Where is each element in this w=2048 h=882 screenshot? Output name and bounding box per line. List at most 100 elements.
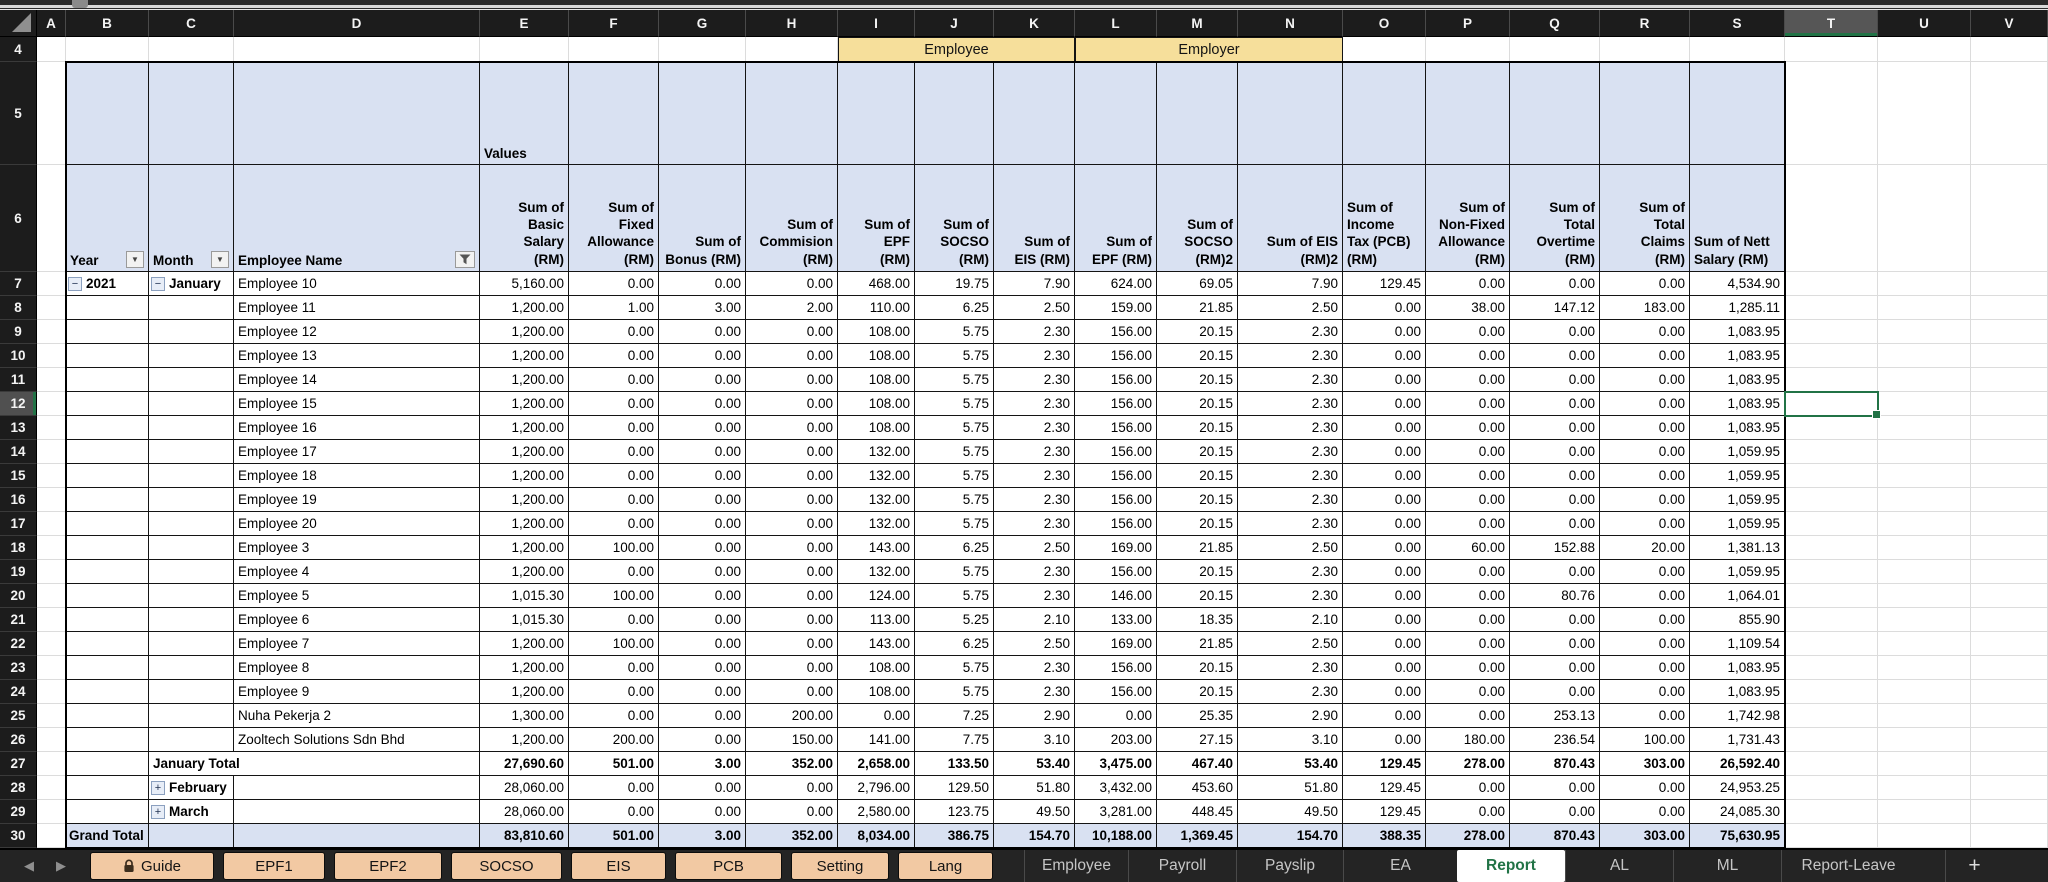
column-header-T[interactable]: T: [1785, 10, 1878, 37]
cell-M21[interactable]: 18.35: [1157, 608, 1238, 632]
cell-Q13[interactable]: 0.00: [1510, 416, 1600, 440]
cell-L29[interactable]: 3,281.00: [1075, 800, 1157, 824]
cell-I8[interactable]: 110.00: [838, 296, 915, 320]
cell-M10[interactable]: 20.15: [1157, 344, 1238, 368]
cell-M16[interactable]: 20.15: [1157, 488, 1238, 512]
cell-B9[interactable]: [66, 320, 149, 344]
cell-C28[interactable]: +February: [149, 776, 234, 800]
cell-T9[interactable]: [1785, 320, 1878, 344]
cell-H9[interactable]: 0.00: [746, 320, 838, 344]
cell-V27[interactable]: [1971, 752, 2048, 776]
cell-O28[interactable]: 129.45: [1343, 776, 1426, 800]
cell-V7[interactable]: [1971, 272, 2048, 296]
cell-I14[interactable]: 132.00: [838, 440, 915, 464]
cell-B8[interactable]: [66, 296, 149, 320]
sheet-tab-lang[interactable]: Lang: [898, 852, 993, 880]
cell-O30[interactable]: 388.35: [1343, 824, 1426, 848]
cell-D14[interactable]: Employee 17: [234, 440, 480, 464]
cell-L30[interactable]: 10,188.00: [1075, 824, 1157, 848]
cell-J15[interactable]: 5.75: [915, 464, 994, 488]
row-header-5[interactable]: 5: [0, 62, 37, 165]
cell-K8[interactable]: 2.50: [994, 296, 1075, 320]
cell-L23[interactable]: 156.00: [1075, 656, 1157, 680]
cell-C26[interactable]: [149, 728, 234, 752]
cell-J25[interactable]: 7.25: [915, 704, 994, 728]
cell-A9[interactable]: [37, 320, 66, 344]
cell-S24[interactable]: 1,083.95: [1690, 680, 1785, 704]
cell-Q26[interactable]: 236.54: [1510, 728, 1600, 752]
cell-E27[interactable]: 27,690.60: [480, 752, 569, 776]
column-header-H[interactable]: H: [746, 10, 838, 37]
cell-R11[interactable]: 0.00: [1600, 368, 1690, 392]
cell-A8[interactable]: [37, 296, 66, 320]
cell-I22[interactable]: 143.00: [838, 632, 915, 656]
cell-G24[interactable]: 0.00: [659, 680, 746, 704]
cell-S12[interactable]: 1,083.95: [1690, 392, 1785, 416]
cell-I19[interactable]: 132.00: [838, 560, 915, 584]
cell-Q6[interactable]: Sum of Total Overtime (RM): [1510, 165, 1600, 272]
cell-F27[interactable]: 501.00: [569, 752, 659, 776]
cell-I6[interactable]: Sum of EPF (RM): [838, 165, 915, 272]
cell-B4[interactable]: [66, 37, 149, 62]
cell-V16[interactable]: [1971, 488, 2048, 512]
cell-S10[interactable]: 1,083.95: [1690, 344, 1785, 368]
month-filter-dropdown[interactable]: ▼: [211, 251, 229, 268]
cell-O26[interactable]: 0.00: [1343, 728, 1426, 752]
column-header-S[interactable]: S: [1690, 10, 1785, 37]
cell-I28[interactable]: 2,796.00: [838, 776, 915, 800]
cell-M28[interactable]: 453.60: [1157, 776, 1238, 800]
cell-I15[interactable]: 132.00: [838, 464, 915, 488]
sheet-tab-report[interactable]: Report: [1457, 850, 1565, 882]
cell-G27[interactable]: 3.00: [659, 752, 746, 776]
cell-P23[interactable]: 0.00: [1426, 656, 1510, 680]
cell-O12[interactable]: 0.00: [1343, 392, 1426, 416]
cell-K6[interactable]: Sum of EIS (RM): [994, 165, 1075, 272]
cell-C6[interactable]: Month▼: [149, 165, 234, 272]
column-header-C[interactable]: C: [149, 10, 234, 37]
cell-A6[interactable]: [37, 165, 66, 272]
tab-scroll-left-icon[interactable]: ◀: [24, 858, 34, 874]
cell-L13[interactable]: 156.00: [1075, 416, 1157, 440]
sheet-tab-ml[interactable]: ML: [1673, 850, 1781, 882]
cell-Q16[interactable]: 0.00: [1510, 488, 1600, 512]
cell-D17[interactable]: Employee 20: [234, 512, 480, 536]
cell-I25[interactable]: 0.00: [838, 704, 915, 728]
cell-I16[interactable]: 132.00: [838, 488, 915, 512]
cell-B11[interactable]: [66, 368, 149, 392]
cell-C9[interactable]: [149, 320, 234, 344]
cell-K27[interactable]: 53.40: [994, 752, 1075, 776]
cell-P22[interactable]: 0.00: [1426, 632, 1510, 656]
cell-P11[interactable]: 0.00: [1426, 368, 1510, 392]
cell-L28[interactable]: 3,432.00: [1075, 776, 1157, 800]
cell-K5[interactable]: [994, 62, 1075, 165]
cell-F19[interactable]: 0.00: [569, 560, 659, 584]
cell-O23[interactable]: 0.00: [1343, 656, 1426, 680]
cell-R7[interactable]: 0.00: [1600, 272, 1690, 296]
row-header-18[interactable]: 18: [0, 536, 37, 560]
cell-H17[interactable]: 0.00: [746, 512, 838, 536]
cell-Q25[interactable]: 253.13: [1510, 704, 1600, 728]
column-header-V[interactable]: V: [1971, 10, 2048, 37]
cell-T28[interactable]: [1785, 776, 1878, 800]
cell-A22[interactable]: [37, 632, 66, 656]
cell-V13[interactable]: [1971, 416, 2048, 440]
cell-N25[interactable]: 2.90: [1238, 704, 1343, 728]
cell-Q30[interactable]: 870.43: [1510, 824, 1600, 848]
row-header-28[interactable]: 28: [0, 776, 37, 800]
cell-C25[interactable]: [149, 704, 234, 728]
cell-L6[interactable]: Sum of EPF (RM): [1075, 165, 1157, 272]
cell-M13[interactable]: 20.15: [1157, 416, 1238, 440]
cell-F8[interactable]: 1.00: [569, 296, 659, 320]
cell-K20[interactable]: 2.30: [994, 584, 1075, 608]
cell-J7[interactable]: 19.75: [915, 272, 994, 296]
cell-S5[interactable]: [1690, 62, 1785, 165]
cell-U16[interactable]: [1878, 488, 1971, 512]
cell-O14[interactable]: 0.00: [1343, 440, 1426, 464]
cell-K13[interactable]: 2.30: [994, 416, 1075, 440]
cell-G21[interactable]: 0.00: [659, 608, 746, 632]
cell-E19[interactable]: 1,200.00: [480, 560, 569, 584]
cell-F30[interactable]: 501.00: [569, 824, 659, 848]
sheet-tab-payslip[interactable]: Payslip: [1236, 850, 1343, 882]
year-filter-dropdown[interactable]: ▼: [126, 251, 144, 268]
row-header-15[interactable]: 15: [0, 464, 37, 488]
